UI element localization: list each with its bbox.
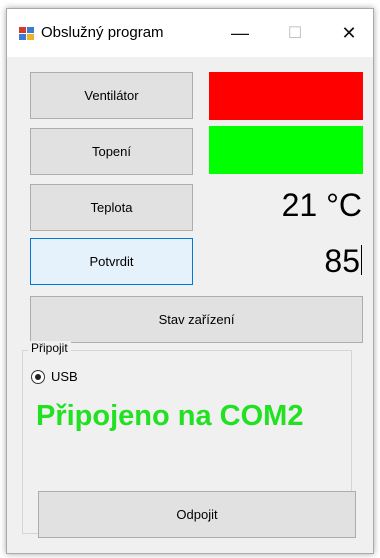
radio-selected-dot: [35, 374, 41, 380]
temperature-button[interactable]: Teplota: [30, 184, 193, 231]
connection-group-label: Připojit: [28, 341, 71, 355]
heating-button[interactable]: Topení: [30, 128, 193, 175]
disconnect-button[interactable]: Odpojit: [38, 491, 356, 538]
title-bar[interactable]: Obslužný program — ☐ ✕: [7, 9, 373, 57]
maximize-button[interactable]: ☐: [273, 9, 317, 57]
text-caret: [361, 245, 362, 275]
temperature-readout: 21 °C: [281, 187, 362, 223]
fan-button[interactable]: Ventilátor: [30, 72, 193, 119]
confirm-button[interactable]: Potvrdit: [30, 238, 193, 285]
fan-status-indicator: [209, 72, 363, 120]
device-status-button[interactable]: Stav zařízení: [30, 296, 363, 343]
value-input-text: 85: [324, 243, 360, 279]
usb-radio[interactable]: [31, 370, 45, 384]
usb-radio-label[interactable]: USB: [51, 369, 78, 384]
heating-status-indicator: [209, 126, 363, 174]
window-title: Obslužný program: [41, 24, 164, 41]
app-icon: [19, 27, 34, 40]
minimize-button[interactable]: —: [218, 9, 262, 57]
value-input[interactable]: 85: [220, 243, 362, 280]
connection-status-text: Připojeno na COM2: [36, 400, 304, 432]
close-button[interactable]: ✕: [327, 9, 371, 57]
